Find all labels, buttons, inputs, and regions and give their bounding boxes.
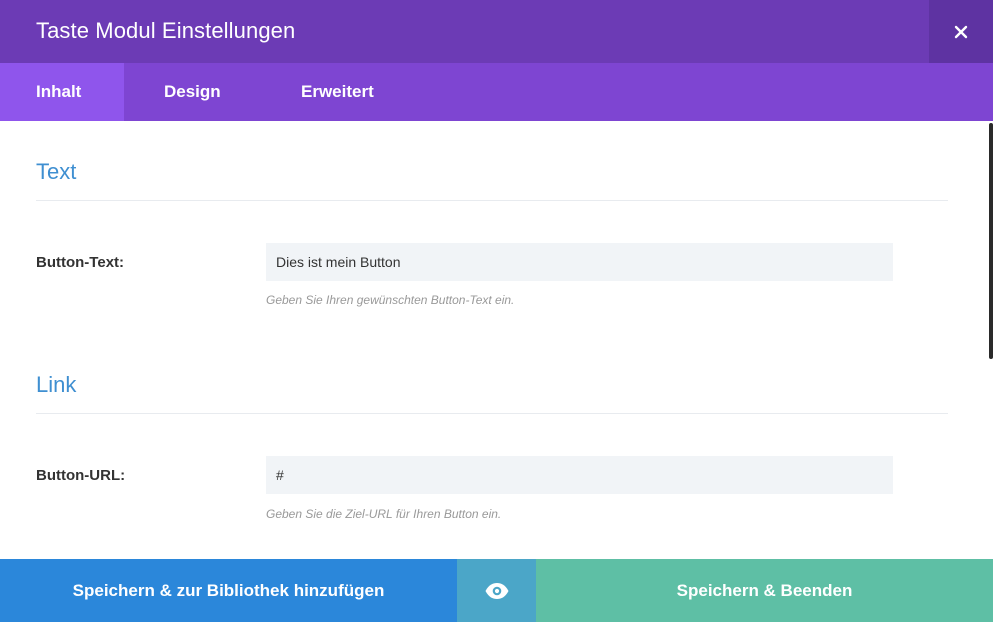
- tab-bar: Inhalt Design Erweitert: [0, 63, 993, 121]
- modal-title: Taste Modul Einstellungen: [36, 18, 296, 43]
- tab-design[interactable]: Design: [164, 63, 221, 121]
- save-to-library-label: Speichern & zur Bibliothek hinzufügen: [72, 580, 385, 600]
- tab-erweitert-label: Erweitert: [301, 82, 374, 101]
- modal-header: Taste Modul Einstellungen: [0, 0, 993, 63]
- button-text-label: Button-Text:: [36, 254, 125, 271]
- section-title-link: Link: [36, 372, 77, 397]
- tab-inhalt-label: Inhalt: [36, 82, 82, 101]
- close-icon: [954, 25, 968, 38]
- button-url-hint: Geben Sie die Ziel-URL für Ihren Button …: [266, 507, 502, 521]
- close-button[interactable]: [929, 0, 993, 63]
- settings-content[interactable]: Text Button-Text: Geben Sie Ihren gewüns…: [0, 121, 993, 559]
- section-title-text: Text: [36, 159, 77, 184]
- section-divider: [36, 413, 948, 414]
- tab-design-label: Design: [164, 82, 221, 101]
- preview-button[interactable]: [457, 559, 536, 622]
- button-url-input[interactable]: [266, 456, 893, 494]
- tab-erweitert[interactable]: Erweitert: [301, 63, 374, 121]
- button-text-hint: Geben Sie Ihren gewünschten Button-Text …: [266, 293, 515, 307]
- tab-inhalt[interactable]: Inhalt: [0, 63, 124, 121]
- button-text-input[interactable]: [266, 243, 893, 281]
- scrollbar-thumb[interactable]: [989, 123, 993, 359]
- eye-icon: [485, 582, 508, 599]
- modal-footer: Speichern & zur Bibliothek hinzufügen Sp…: [0, 559, 993, 622]
- save-and-close-label: Speichern & Beenden: [676, 580, 853, 600]
- save-and-close-button[interactable]: Speichern & Beenden: [536, 559, 993, 622]
- save-to-library-button[interactable]: Speichern & zur Bibliothek hinzufügen: [0, 559, 457, 622]
- section-divider: [36, 200, 948, 201]
- button-url-label: Button-URL:: [36, 467, 126, 484]
